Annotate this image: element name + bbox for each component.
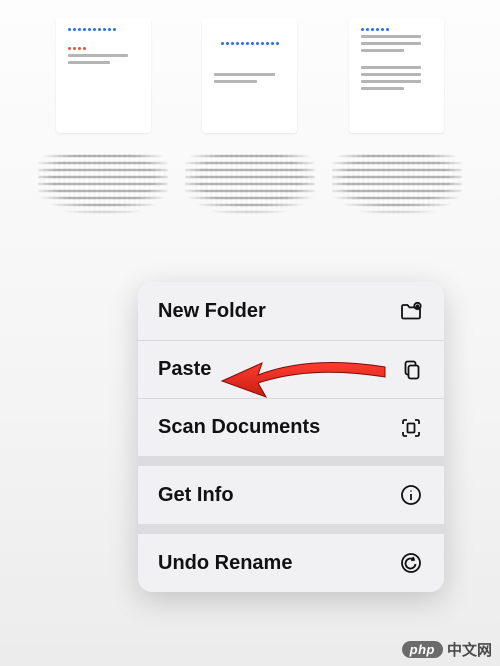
menu-item-undo-rename[interactable]: Undo Rename [138, 534, 444, 592]
document-thumbnail[interactable] [332, 18, 462, 241]
menu-item-label: Get Info [158, 484, 234, 507]
menu-item-scan-documents[interactable]: Scan Documents [138, 398, 444, 456]
menu-item-label: Scan Documents [158, 416, 320, 439]
info-icon [398, 482, 424, 508]
menu-item-get-info[interactable]: Get Info [138, 466, 444, 524]
scan-icon [398, 415, 424, 441]
document-thumbnail[interactable] [38, 18, 168, 241]
menu-item-label: New Folder [158, 300, 266, 323]
watermark-brand: php [402, 641, 443, 658]
menu-item-label: Paste [158, 358, 211, 381]
menu-separator [138, 456, 444, 466]
document-thumbnails [0, 0, 500, 241]
context-menu: New Folder Paste Scan Documents Get Info… [138, 282, 444, 592]
menu-item-label: Undo Rename [158, 552, 292, 575]
menu-item-new-folder[interactable]: New Folder [138, 282, 444, 340]
watermark-text: 中文网 [447, 639, 492, 660]
watermark: php 中文网 [402, 639, 492, 660]
paste-icon [398, 357, 424, 383]
menu-separator [138, 524, 444, 534]
undo-icon [398, 550, 424, 576]
folder-plus-icon [398, 298, 424, 324]
document-thumbnail[interactable] [185, 18, 315, 241]
menu-item-paste[interactable]: Paste [138, 340, 444, 398]
